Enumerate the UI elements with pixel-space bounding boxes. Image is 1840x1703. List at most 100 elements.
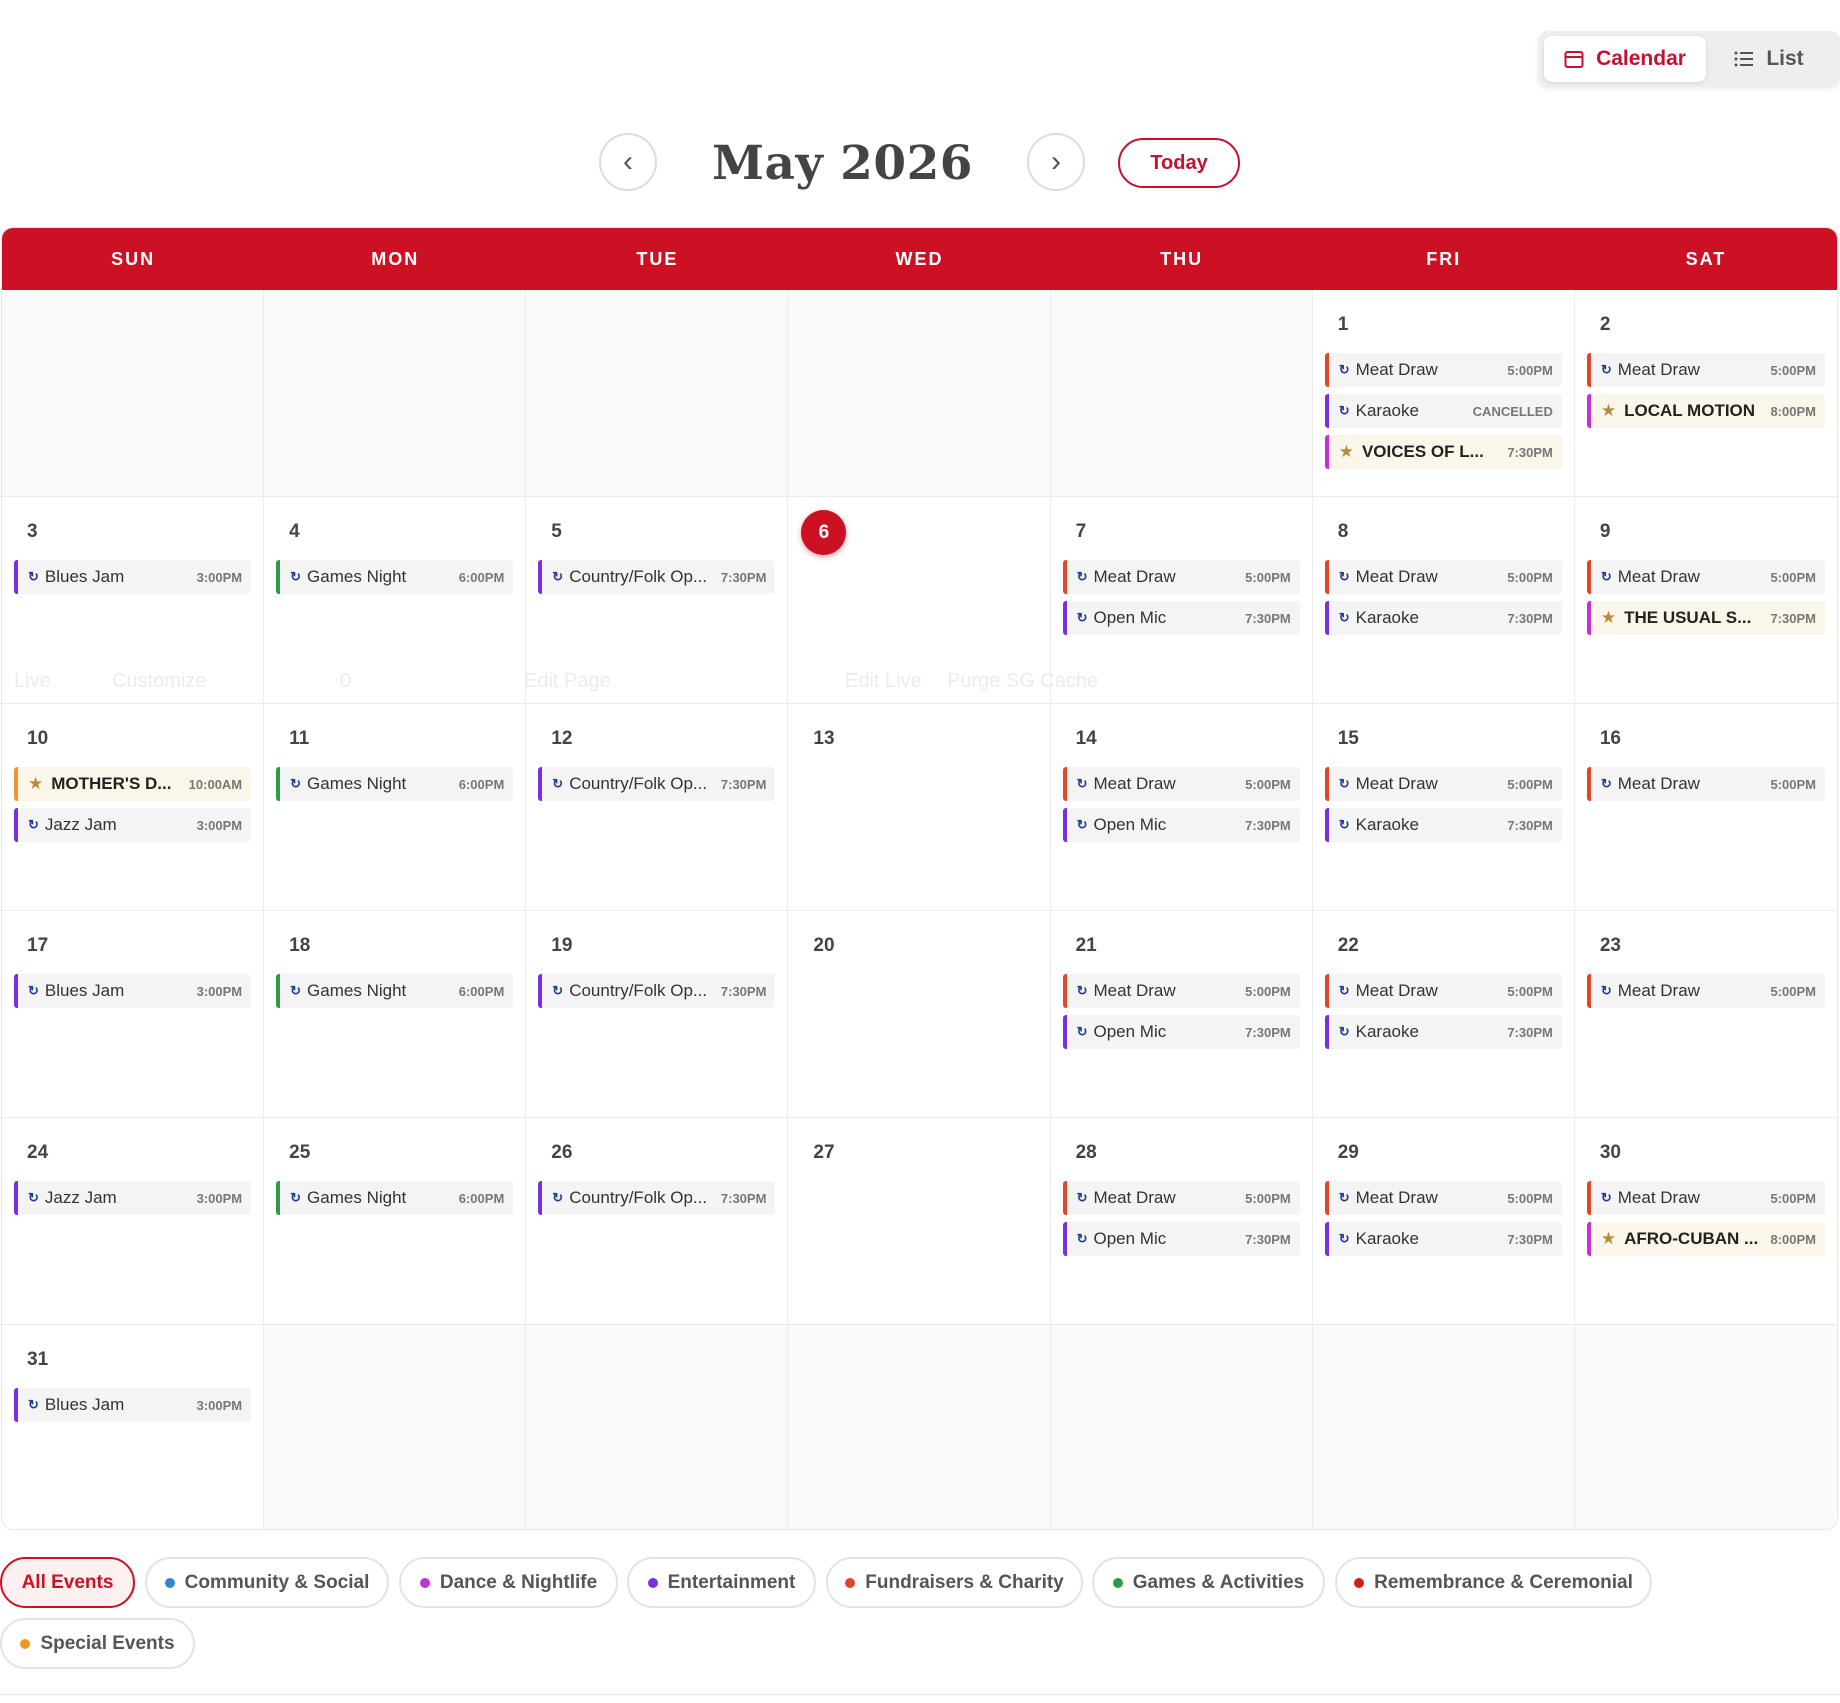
filter-chip[interactable]: Entertainment <box>627 1557 816 1608</box>
day-number: 26 <box>551 1142 573 1163</box>
calendar-cell-18[interactable]: 18 ↻ Games Night 6:00PM <box>264 911 527 1118</box>
calendar-cell-2[interactable]: 2 ↻ Meat Draw 5:00PM ★ LOCAL MOTION 8:00PM <box>1574 290 1837 497</box>
calendar-cell-16[interactable]: 16 ↻ Meat Draw 5:00PM <box>1574 704 1837 911</box>
calendar-cell-25[interactable]: 25 ↻ Games Night 6:00PM <box>264 1118 527 1325</box>
weekday-header: SUN MON TUE WED THU FRI SAT <box>2 228 1837 290</box>
filter-chip[interactable]: Community & Social <box>145 1557 389 1608</box>
calendar-cell-13[interactable]: 13 <box>788 704 1051 911</box>
calendar-cell-28[interactable]: 28 ↻ Meat Draw 5:00PM ↻ Open Mic 7:30PM <box>1050 1118 1313 1325</box>
event-item[interactable]: ↻ Meat Draw 5:00PM <box>1324 767 1562 801</box>
event-item[interactable]: ↻ Meat Draw 5:00PM <box>1586 767 1825 801</box>
event-item[interactable]: ↻ Open Mic 7:30PM <box>1062 1222 1300 1256</box>
event-list: ↻ Meat Draw 5:00PM ↻ Open Mic 7:30PM <box>1062 767 1300 849</box>
filter-chip[interactable]: Games & Activities <box>1092 1557 1325 1608</box>
event-item[interactable]: ★ MOTHER'S D... 10:00AM <box>14 767 252 801</box>
calendar-cell-15[interactable]: 15 ↻ Meat Draw 5:00PM ↻ Karaoke 7:30PM <box>1312 704 1575 911</box>
event-item[interactable]: ↻ Meat Draw 5:00PM <box>1062 767 1300 801</box>
calendar-cell-23[interactable]: 23 ↻ Meat Draw 5:00PM <box>1574 911 1837 1118</box>
event-item[interactable]: ↻ Games Night 6:00PM <box>276 560 514 594</box>
event-item[interactable]: ↻ Games Night 6:00PM <box>276 767 514 801</box>
event-title: LOCAL MOTION <box>1624 401 1756 420</box>
event-item[interactable]: ↻ Blues Jam 3:00PM <box>14 1388 252 1422</box>
calendar-cell-9[interactable]: 9 ↻ Meat Draw 5:00PM ★ THE USUAL S... 7:30PM <box>1574 497 1837 704</box>
calendar-cell-22[interactable]: 22 ↻ Meat Draw 5:00PM ↻ Karaoke 7:30PM <box>1312 911 1575 1118</box>
event-list: ↻ Country/Folk Op... 7:30PM <box>538 974 776 1015</box>
next-month-button[interactable]: › <box>1027 133 1085 191</box>
calendar-cell-6[interactable]: 6 <box>788 497 1051 704</box>
category-dot-icon <box>419 1577 430 1588</box>
event-item[interactable]: ↻ Games Night 6:00PM <box>276 974 514 1008</box>
event-item[interactable]: ★ LOCAL MOTION 8:00PM <box>1586 394 1825 428</box>
calendar-cell-30[interactable]: 30 ↻ Meat Draw 5:00PM ★ AFRO-CUBAN ... 8:00PM <box>1574 1118 1837 1325</box>
calendar-cell-20[interactable]: 20 <box>788 911 1051 1118</box>
event-item[interactable]: ↻ Games Night 6:00PM <box>276 1181 514 1215</box>
event-item[interactable]: ↻ Open Mic 7:30PM <box>1062 808 1300 842</box>
event-item[interactable]: ↻ Open Mic 7:30PM <box>1062 1015 1300 1049</box>
calendar-cell-5[interactable]: 5 ↻ Country/Folk Op... 7:30PM <box>526 497 789 704</box>
recurring-icon: ↻ <box>1076 610 1088 625</box>
event-item[interactable]: ↻ Meat Draw 5:00PM <box>1062 1181 1300 1215</box>
event-item[interactable]: ↻ Meat Draw 5:00PM <box>1062 560 1300 594</box>
event-item[interactable]: ★ THE USUAL S... 7:30PM <box>1586 601 1825 635</box>
event-item[interactable]: ↻ Meat Draw 5:00PM <box>1586 974 1825 1008</box>
event-item[interactable]: ↻ Country/Folk Op... 7:30PM <box>538 974 776 1008</box>
event-item[interactable]: ↻ Karaoke 7:30PM <box>1324 1015 1562 1049</box>
event-item[interactable]: ↻ Blues Jam 3:00PM <box>14 974 252 1008</box>
filter-chip[interactable]: All Events <box>0 1557 135 1608</box>
calendar-cell-12[interactable]: 12 ↻ Country/Folk Op... 7:30PM <box>526 704 789 911</box>
day-number: 17 <box>27 935 49 956</box>
calendar-cell-4[interactable]: 4 ↻ Games Night 6:00PM <box>264 497 527 704</box>
event-item[interactable]: ★ VOICES OF L... 7:30PM <box>1324 435 1562 469</box>
recurring-icon: ↻ <box>1338 362 1350 377</box>
calendar-cell-27[interactable]: 27 <box>788 1118 1051 1325</box>
prev-month-button[interactable]: ‹ <box>599 133 657 191</box>
event-time: 5:00PM <box>1770 569 1816 585</box>
calendar-cell-3[interactable]: 3 ↻ Blues Jam 3:00PM <box>2 497 265 704</box>
event-item[interactable]: ★ AFRO-CUBAN ... 8:00PM <box>1586 1222 1825 1256</box>
calendar-cell-24[interactable]: 24 ↻ Jazz Jam 3:00PM <box>2 1118 265 1325</box>
calendar-cell-19[interactable]: 19 ↻ Country/Folk Op... 7:30PM <box>526 911 789 1118</box>
event-item[interactable]: ↻ Meat Draw 5:00PM <box>1062 974 1300 1008</box>
event-title: THE USUAL S... <box>1624 608 1752 627</box>
calendar-cell-26[interactable]: 26 ↻ Country/Folk Op... 7:30PM <box>526 1118 789 1325</box>
filter-chip[interactable]: Dance & Nightlife <box>399 1557 618 1608</box>
filter-chip[interactable]: Fundraisers & Charity <box>826 1557 1083 1608</box>
event-item[interactable]: ↻ Meat Draw 5:00PM <box>1324 974 1562 1008</box>
event-item[interactable]: ↻ Meat Draw 5:00PM <box>1586 1181 1825 1215</box>
event-item[interactable]: ↻ Country/Folk Op... 7:30PM <box>538 560 776 594</box>
day-number: 13 <box>813 728 835 749</box>
calendar-cell-1[interactable]: 1 ↻ Meat Draw 5:00PM ↻ Karaoke CANCELLED ★ VOICE… <box>1312 290 1575 497</box>
event-item[interactable]: ↻ Country/Folk Op... 7:30PM <box>538 767 776 801</box>
event-item[interactable]: ↻ Karaoke 7:30PM <box>1324 601 1562 635</box>
event-list: ↻ Meat Draw 5:00PM ↻ Open Mic 7:30PM <box>1062 1181 1300 1263</box>
event-item[interactable]: ↻ Karaoke 7:30PM <box>1324 1222 1562 1256</box>
event-item[interactable]: ↻ Meat Draw 5:00PM <box>1586 353 1825 387</box>
list-view-button[interactable]: List <box>1714 36 1824 82</box>
calendar-cell-14[interactable]: 14 ↻ Meat Draw 5:00PM ↻ Open Mic 7:30PM <box>1050 704 1313 911</box>
filter-chip[interactable]: Special Events <box>0 1618 195 1669</box>
event-item[interactable]: ↻ Meat Draw 5:00PM <box>1586 560 1825 594</box>
event-item[interactable]: ↻ Karaoke 7:30PM <box>1324 808 1562 842</box>
calendar-cell-31[interactable]: 31 ↻ Blues Jam 3:00PM <box>2 1325 265 1529</box>
event-time: 6:00PM <box>458 1190 505 1206</box>
event-item[interactable]: ↻ Jazz Jam 3:00PM <box>14 1181 252 1215</box>
today-button[interactable]: Today <box>1118 138 1240 188</box>
event-item[interactable]: ↻ Meat Draw 5:00PM <box>1324 353 1562 387</box>
calendar-cell-11[interactable]: 11 ↻ Games Night 6:00PM <box>264 704 527 911</box>
event-item[interactable]: ↻ Meat Draw 5:00PM <box>1324 560 1562 594</box>
calendar-cell-29[interactable]: 29 ↻ Meat Draw 5:00PM ↻ Karaoke 7:30PM <box>1312 1118 1575 1325</box>
filter-chip[interactable]: Remembrance & Ceremonial <box>1335 1557 1652 1608</box>
event-item[interactable]: ↻ Open Mic 7:30PM <box>1062 601 1300 635</box>
calendar-cell-17[interactable]: 17 ↻ Blues Jam 3:00PM <box>2 911 265 1118</box>
calendar-cell-10[interactable]: 10 ★ MOTHER'S D... 10:00AM ↻ Jazz Jam 3:00PM <box>2 704 265 911</box>
event-item[interactable]: ↻ Country/Folk Op... 7:30PM <box>538 1181 776 1215</box>
calendar-view-button[interactable]: Calendar <box>1544 36 1706 82</box>
event-cancelled-status: CANCELLED <box>1472 403 1553 419</box>
calendar-cell-8[interactable]: 8 ↻ Meat Draw 5:00PM ↻ Karaoke 7:30PM <box>1312 497 1575 704</box>
event-item[interactable]: ↻ Jazz Jam 3:00PM <box>14 808 252 842</box>
event-item[interactable]: ↻ Blues Jam 3:00PM <box>14 560 252 594</box>
event-item[interactable]: ↻ Meat Draw 5:00PM <box>1324 1181 1562 1215</box>
calendar-cell-21[interactable]: 21 ↻ Meat Draw 5:00PM ↻ Open Mic 7:30PM <box>1050 911 1313 1118</box>
calendar-cell-7[interactable]: 7 ↻ Meat Draw 5:00PM ↻ Open Mic 7:30PM <box>1050 497 1313 704</box>
event-item[interactable]: ↻ Karaoke CANCELLED <box>1324 394 1562 428</box>
